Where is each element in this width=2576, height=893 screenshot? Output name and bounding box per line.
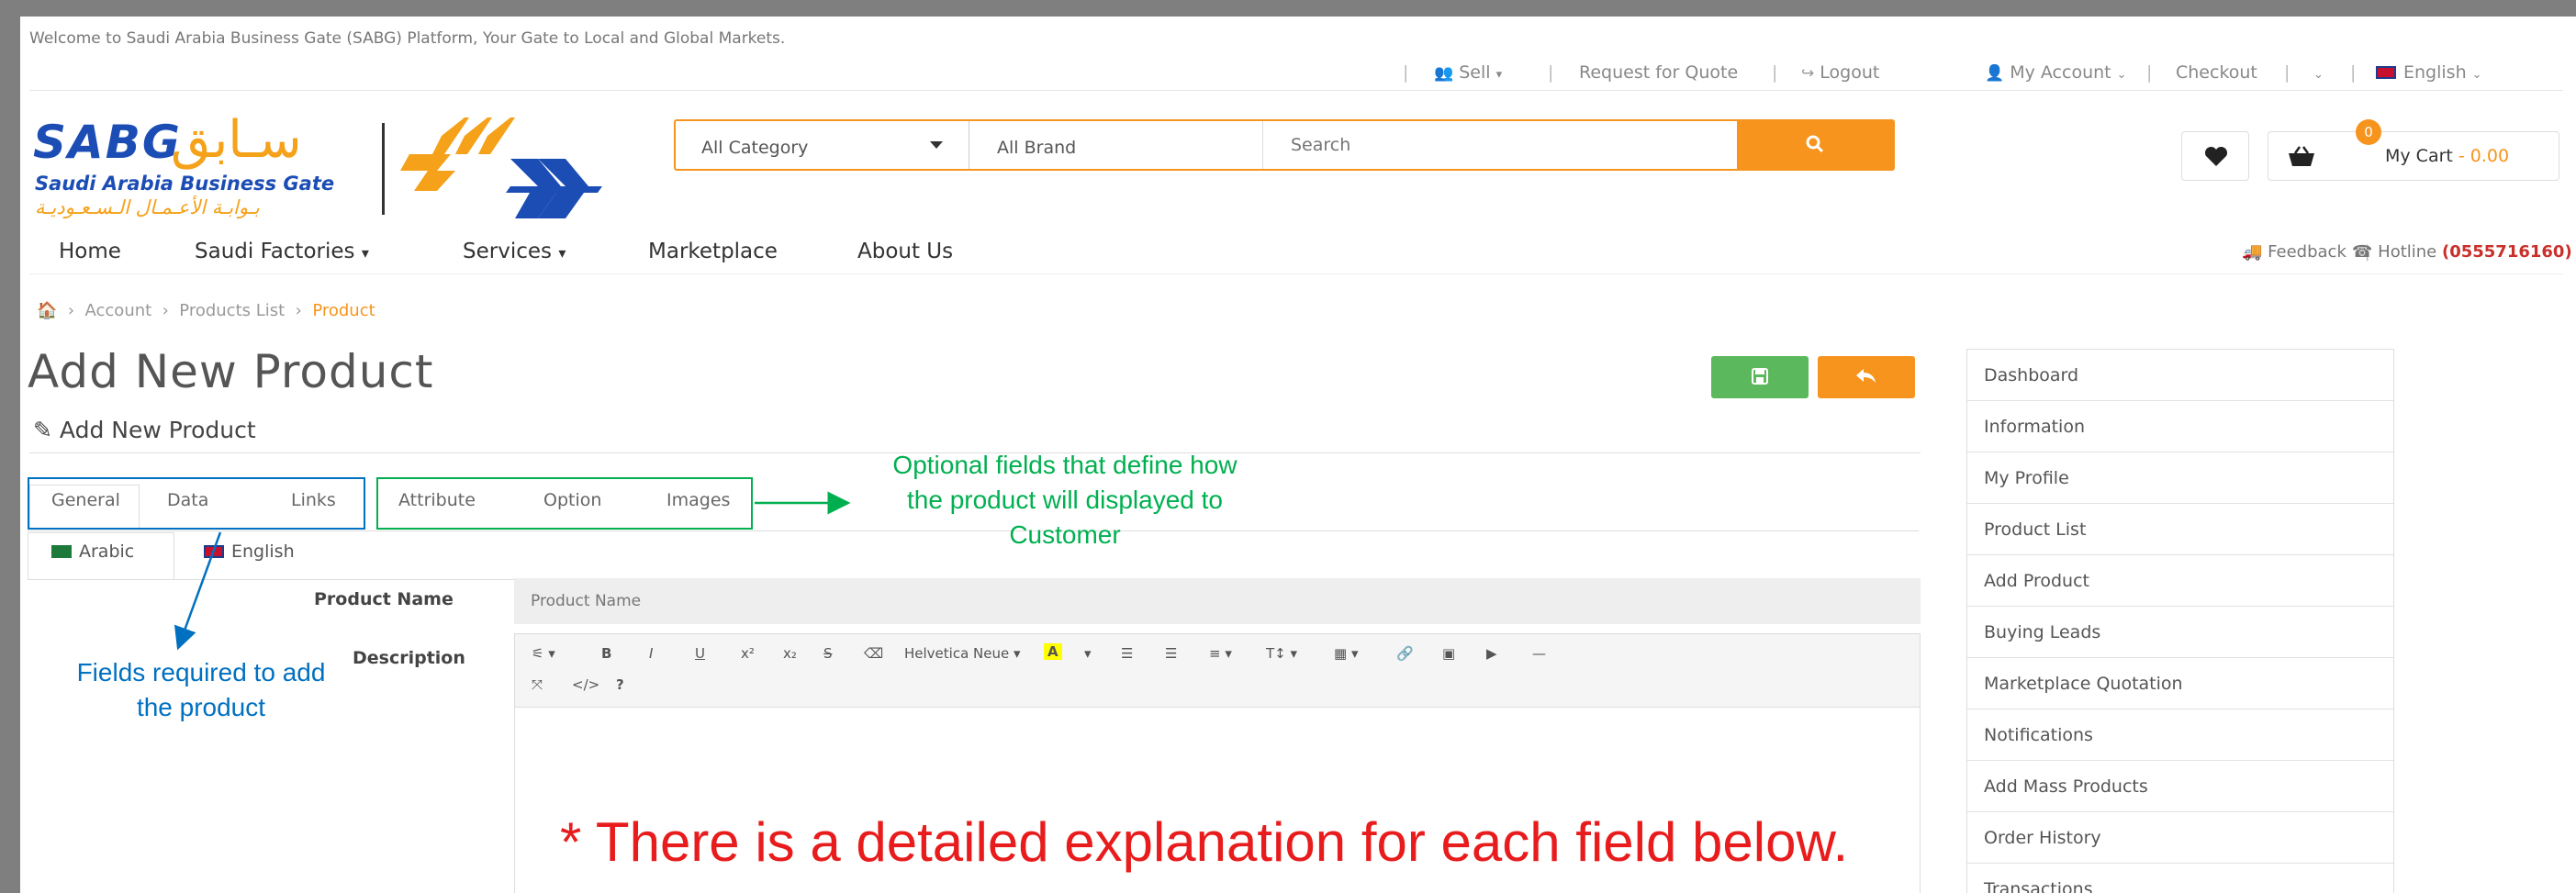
required-fields-annotation: Fields required to add the product bbox=[76, 658, 326, 721]
explanation-note: * There is a detailed explanation for ea… bbox=[560, 811, 1849, 873]
required-arrow bbox=[174, 531, 222, 651]
annotation-arrows bbox=[174, 491, 851, 651]
browser-page: Welcome to Saudi Arabia Business Gate (S… bbox=[20, 17, 2576, 893]
optional-fields-annotation: Optional fields that define how the prod… bbox=[892, 451, 1238, 549]
